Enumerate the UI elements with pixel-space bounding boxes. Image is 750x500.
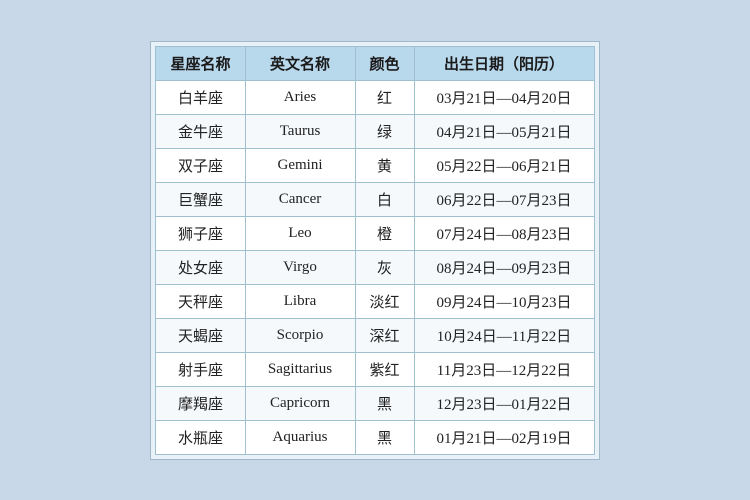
cell-chinese: 摩羯座 [156, 386, 245, 420]
table-row: 天蝎座Scorpio深红10月24日—11月22日 [156, 318, 594, 352]
cell-english: Taurus [245, 114, 355, 148]
cell-date: 08月24日—09月23日 [414, 250, 594, 284]
table-row: 水瓶座Aquarius黑01月21日—02月19日 [156, 420, 594, 454]
cell-english: Cancer [245, 182, 355, 216]
header-chinese: 星座名称 [156, 46, 245, 80]
cell-chinese: 射手座 [156, 352, 245, 386]
cell-english: Aquarius [245, 420, 355, 454]
cell-color: 橙 [355, 216, 414, 250]
cell-chinese: 天蝎座 [156, 318, 245, 352]
table-row: 天秤座Libra淡红09月24日—10月23日 [156, 284, 594, 318]
cell-color: 深红 [355, 318, 414, 352]
cell-color: 白 [355, 182, 414, 216]
cell-english: Libra [245, 284, 355, 318]
cell-date: 03月21日—04月20日 [414, 80, 594, 114]
table-row: 白羊座Aries红03月21日—04月20日 [156, 80, 594, 114]
cell-date: 11月23日—12月22日 [414, 352, 594, 386]
cell-chinese: 金牛座 [156, 114, 245, 148]
cell-date: 01月21日—02月19日 [414, 420, 594, 454]
cell-english: Scorpio [245, 318, 355, 352]
cell-date: 07月24日—08月23日 [414, 216, 594, 250]
cell-english: Capricorn [245, 386, 355, 420]
cell-color: 灰 [355, 250, 414, 284]
cell-date: 12月23日—01月22日 [414, 386, 594, 420]
cell-chinese: 天秤座 [156, 284, 245, 318]
cell-date: 09月24日—10月23日 [414, 284, 594, 318]
header-english: 英文名称 [245, 46, 355, 80]
cell-date: 10月24日—11月22日 [414, 318, 594, 352]
header-date: 出生日期（阳历） [414, 46, 594, 80]
cell-chinese: 白羊座 [156, 80, 245, 114]
cell-date: 06月22日—07月23日 [414, 182, 594, 216]
table-row: 处女座Virgo灰08月24日—09月23日 [156, 250, 594, 284]
cell-color: 黑 [355, 386, 414, 420]
header-color: 颜色 [355, 46, 414, 80]
cell-chinese: 双子座 [156, 148, 245, 182]
zodiac-table: 星座名称 英文名称 颜色 出生日期（阳历） 白羊座Aries红03月21日—04… [155, 46, 594, 455]
table-row: 射手座Sagittarius紫红11月23日—12月22日 [156, 352, 594, 386]
cell-english: Virgo [245, 250, 355, 284]
cell-color: 黄 [355, 148, 414, 182]
cell-chinese: 巨蟹座 [156, 182, 245, 216]
table-row: 摩羯座Capricorn黑12月23日—01月22日 [156, 386, 594, 420]
cell-chinese: 处女座 [156, 250, 245, 284]
cell-english: Leo [245, 216, 355, 250]
cell-color: 绿 [355, 114, 414, 148]
table-header-row: 星座名称 英文名称 颜色 出生日期（阳历） [156, 46, 594, 80]
zodiac-table-container: 星座名称 英文名称 颜色 出生日期（阳历） 白羊座Aries红03月21日—04… [150, 41, 599, 460]
cell-color: 黑 [355, 420, 414, 454]
table-row: 狮子座Leo橙07月24日—08月23日 [156, 216, 594, 250]
cell-english: Sagittarius [245, 352, 355, 386]
table-row: 巨蟹座Cancer白06月22日—07月23日 [156, 182, 594, 216]
cell-color: 红 [355, 80, 414, 114]
table-row: 双子座Gemini黄05月22日—06月21日 [156, 148, 594, 182]
cell-date: 04月21日—05月21日 [414, 114, 594, 148]
cell-color: 紫红 [355, 352, 414, 386]
cell-date: 05月22日—06月21日 [414, 148, 594, 182]
cell-english: Aries [245, 80, 355, 114]
cell-color: 淡红 [355, 284, 414, 318]
cell-chinese: 狮子座 [156, 216, 245, 250]
cell-english: Gemini [245, 148, 355, 182]
table-row: 金牛座Taurus绿04月21日—05月21日 [156, 114, 594, 148]
cell-chinese: 水瓶座 [156, 420, 245, 454]
